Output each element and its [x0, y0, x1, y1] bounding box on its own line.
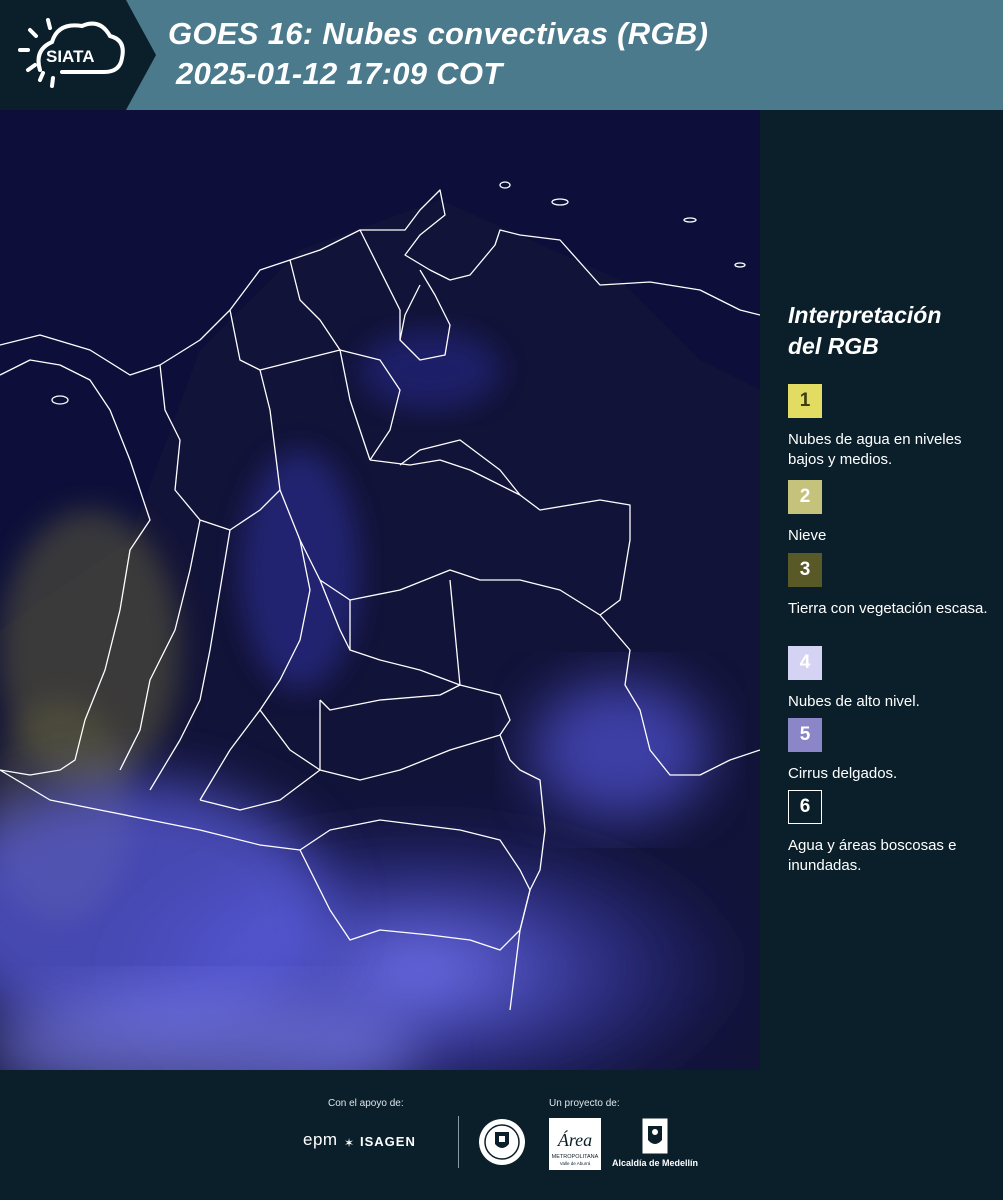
legend-title-line-1: Interpretación: [788, 302, 942, 328]
epm-logo: epm: [303, 1130, 338, 1149]
title-line-1: GOES 16: Nubes convectivas (RGB): [168, 16, 709, 51]
legend-label-1: Nubes de agua en niveles bajos y medios.: [788, 431, 962, 468]
alcaldia-shield-icon: [642, 1118, 668, 1154]
svg-text:Área: Área: [557, 1129, 592, 1150]
legend-label-2: Nieve: [788, 527, 827, 544]
area-metropolitana-logo: Área METROPOLITANA Valle de Aburrá: [549, 1118, 601, 1170]
legend-swatch-4: 4: [788, 646, 822, 680]
legend-panel: Interpretación del RGB 1 Nubes de agua e…: [760, 110, 1003, 1070]
footer: Con el apoyo de: Un proyecto de: epm ✶ I…: [0, 1070, 1003, 1200]
isagen-star-icon: ✶: [344, 1136, 355, 1150]
medellin-seal-icon: [479, 1119, 525, 1165]
header: SIATA GOES 16: Nubes convectivas (RGB) 2…: [0, 0, 1003, 110]
footer-divider: [458, 1116, 459, 1168]
svg-text:Valle de Aburrá: Valle de Aburrá: [560, 1161, 591, 1166]
support-label: Con el apoyo de:: [328, 1098, 404, 1109]
legend-label-5: Cirrus delgados.: [788, 765, 898, 782]
legend-swatch-5: 5: [788, 718, 822, 752]
legend-swatch-2: 2: [788, 480, 822, 514]
legend-item-1: 1 Nubes de agua en niveles bajos y medio…: [788, 384, 998, 470]
legend-swatch-6: 6: [788, 790, 822, 824]
svg-text:METROPOLITANA: METROPOLITANA: [552, 1154, 599, 1160]
project-label: Un proyecto de:: [549, 1098, 620, 1109]
legend-item-4: 4 Nubes de alto nivel.: [788, 646, 998, 712]
page-title: GOES 16: Nubes convectivas (RGB) 2025-01…: [168, 14, 708, 94]
legend-title: Interpretación del RGB: [788, 300, 941, 362]
legend-item-6: 6 Agua y áreas boscosas e inundadas.: [788, 790, 998, 876]
legend-title-line-2: del RGB: [788, 333, 879, 359]
title-line-2: 2025-01-12 17:09 COT: [176, 56, 503, 91]
satellite-map: [0, 110, 760, 1070]
legend-label-6: Agua y áreas boscosas e inundadas.: [788, 837, 957, 874]
legend-item-3: 3 Tierra con vegetación escasa.: [788, 553, 998, 619]
alcaldia-label: Alcaldía de Medellín: [612, 1158, 699, 1168]
legend-item-5: 5 Cirrus delgados.: [788, 718, 998, 784]
legend-swatch-3: 3: [788, 553, 822, 587]
siata-logo: SIATA: [0, 0, 158, 110]
satellite-image: [0, 110, 760, 1070]
siata-logo-text: SIATA: [46, 47, 94, 66]
legend-label-3: Tierra con vegetación escasa.: [788, 600, 988, 617]
legend-swatch-1: 1: [788, 384, 822, 418]
legend-label-4: Nubes de alto nivel.: [788, 693, 920, 710]
isagen-logo: ISAGEN: [360, 1134, 416, 1149]
legend-item-2: 2 Nieve: [788, 480, 998, 546]
